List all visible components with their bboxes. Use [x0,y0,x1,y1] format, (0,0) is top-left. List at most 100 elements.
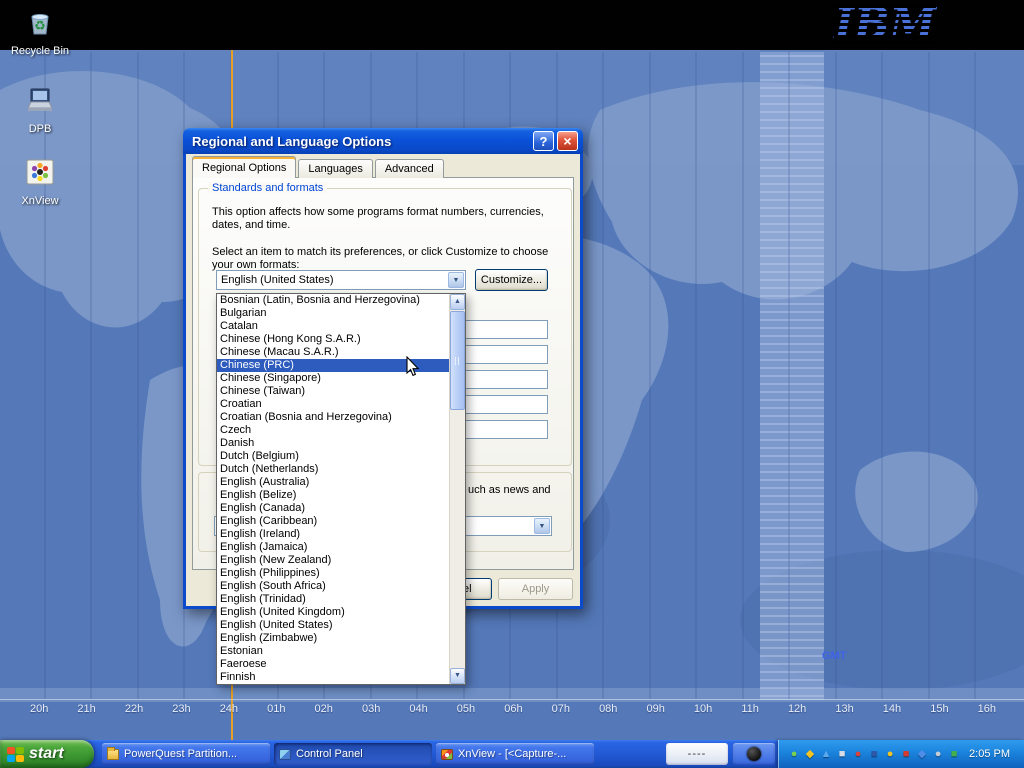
scrollbar[interactable]: ▲ ▼ [449,294,465,684]
dialog-frame: Regional OptionsLanguagesAdvanced Standa… [183,154,583,609]
language-option[interactable]: English (Jamaica) [217,541,449,554]
language-option[interactable]: Bosnian (Latin, Bosnia and Herzegovina) [217,294,449,307]
language-option[interactable]: English (Zimbabwe) [217,632,449,645]
language-option[interactable]: Dutch (Netherlands) [217,463,449,476]
tab-advanced[interactable]: Advanced [375,159,444,178]
tray-icon[interactable]: ◆ [803,747,817,762]
desktop-icon-xnview[interactable]: XnView [8,156,72,207]
description-text: dates, and time. [212,219,290,232]
taskbar-item-dashes[interactable]: ---- [666,743,728,765]
taskbar-clock[interactable]: 2:05 PM [961,748,1020,760]
xnview-icon [441,749,453,760]
tray-icon[interactable]: ● [883,747,897,762]
language-option[interactable]: English (Philippines) [217,567,449,580]
xnview-icon [24,156,56,188]
windows-logo-icon [7,747,24,762]
timezone-hour-label: 08h [599,703,617,715]
tray-icon[interactable]: ● [931,747,945,762]
regional-options-dialog: Regional and Language Options ? × Region… [183,128,583,609]
timezone-hour-label: 16h [978,703,996,715]
language-option[interactable]: English (South Africa) [217,580,449,593]
language-option[interactable]: Chinese (Taiwan) [217,385,449,398]
taskbar-button-xnview[interactable]: XnView - [<Capture-... [436,743,594,765]
dialog-body: Regional OptionsLanguagesAdvanced Standa… [186,154,580,606]
start-label: start [29,745,64,763]
start-button[interactable]: start [0,740,94,768]
tray-icon[interactable]: ■ [835,747,849,762]
timezone-hour-label: 21h [77,703,95,715]
control-panel-icon [279,749,291,760]
taskbar-button-control-panel[interactable]: Control Panel [274,743,432,765]
scroll-down-button[interactable]: ▼ [450,668,465,684]
language-option[interactable]: Bulgarian [217,307,449,320]
language-option[interactable]: English (Trinidad) [217,593,449,606]
timezone-hour-label: 15h [930,703,948,715]
recycle-bin-icon: ♻ [24,6,56,38]
customize-button[interactable]: Customize... [475,269,548,291]
timezone-hour-label: 02h [315,703,333,715]
system-tray: ●◆▲■●■●■◆●■ 2:05 PM [778,740,1024,768]
language-option[interactable]: Danish [217,437,449,450]
desktop-icon-dpb[interactable]: DPB [8,84,72,135]
language-option[interactable]: Chinese (Hong Kong S.A.R.) [217,333,449,346]
timezone-hour-label: 24h [220,703,238,715]
language-option[interactable]: English (Canada) [217,502,449,515]
taskbar-button-folder[interactable]: PowerQuest Partition... [102,743,270,765]
language-option[interactable]: Croatian (Bosnia and Herzegovina) [217,411,449,424]
mouse-cursor [406,356,421,378]
language-option[interactable]: English (United Kingdom) [217,606,449,619]
language-option[interactable]: English (United States) [217,619,449,632]
tab-regional-options[interactable]: Regional Options [192,156,296,178]
language-option[interactable]: Dutch (Belgium) [217,450,449,463]
timezone-hour-label: 22h [125,703,143,715]
ibm-logo: IBM [834,2,936,48]
taskbar-item-app[interactable] [733,743,775,765]
chevron-down-icon[interactable]: ▼ [534,518,550,534]
task-label: Control Panel [296,748,369,760]
tray-icon[interactable]: ■ [899,747,913,762]
tray-icon[interactable]: ◆ [915,747,929,762]
laptop-icon [24,84,56,116]
timezone-hour-label: 07h [552,703,570,715]
language-option[interactable]: Estonian [217,645,449,658]
scroll-up-button[interactable]: ▲ [450,294,465,310]
language-dropdown-list: Bosnian (Latin, Bosnia and Herzegovina)B… [216,293,466,685]
desktop: 20h21h22h23h24h01h02h03h04h05h06h07h08h0… [0,0,1024,768]
tray-icon[interactable]: ● [787,747,801,762]
language-option[interactable]: Czech [217,424,449,437]
task-label: XnView - [<Capture-... [458,748,572,760]
task-buttons: PowerQuest Partition... Control Panel XnVi… [102,743,594,765]
timezone-hour-label: 06h [504,703,522,715]
language-option[interactable]: Croatian [217,398,449,411]
taskbar: start PowerQuest Partition... Control Pan… [0,740,1024,768]
language-option[interactable]: Finnish [217,671,449,684]
apply-button: Apply [498,578,573,600]
desktop-icon-recycle-bin[interactable]: ♻ Recycle Bin [8,6,72,57]
language-option[interactable]: English (Ireland) [217,528,449,541]
timezone-hour-row: 20h21h22h23h24h01h02h03h04h05h06h07h08h0… [30,703,996,715]
language-option[interactable]: English (Caribbean) [217,515,449,528]
language-option[interactable]: Faeroese [217,658,449,671]
language-option[interactable]: Catalan [217,320,449,333]
language-option[interactable]: English (Belize) [217,489,449,502]
language-option[interactable]: English (New Zealand) [217,554,449,567]
tray-icon[interactable]: ■ [947,747,961,762]
tab-languages[interactable]: Languages [298,159,372,178]
close-button[interactable]: × [557,131,578,151]
desktop-icon-label: XnView [8,195,72,207]
app-icon [747,747,761,761]
tray-icon[interactable]: ▲ [819,747,833,762]
timezone-baseline [0,699,1024,700]
scrollbar-thumb[interactable] [450,311,465,410]
format-combobox[interactable]: English (United States) ▼ [216,270,466,290]
tray-icon[interactable]: ● [851,747,865,762]
dialog-titlebar[interactable]: Regional and Language Options ? × [183,128,583,154]
location-text-fragment: uch as news and [468,484,551,497]
tray-icon[interactable]: ■ [867,747,881,762]
timezone-hour-label: 05h [457,703,475,715]
help-button[interactable]: ? [533,131,554,151]
language-options: Bosnian (Latin, Bosnia and Herzegovina)B… [217,294,449,684]
tab-strip: Regional OptionsLanguagesAdvanced [192,157,446,178]
chevron-down-icon[interactable]: ▼ [448,272,464,288]
language-option[interactable]: English (Australia) [217,476,449,489]
